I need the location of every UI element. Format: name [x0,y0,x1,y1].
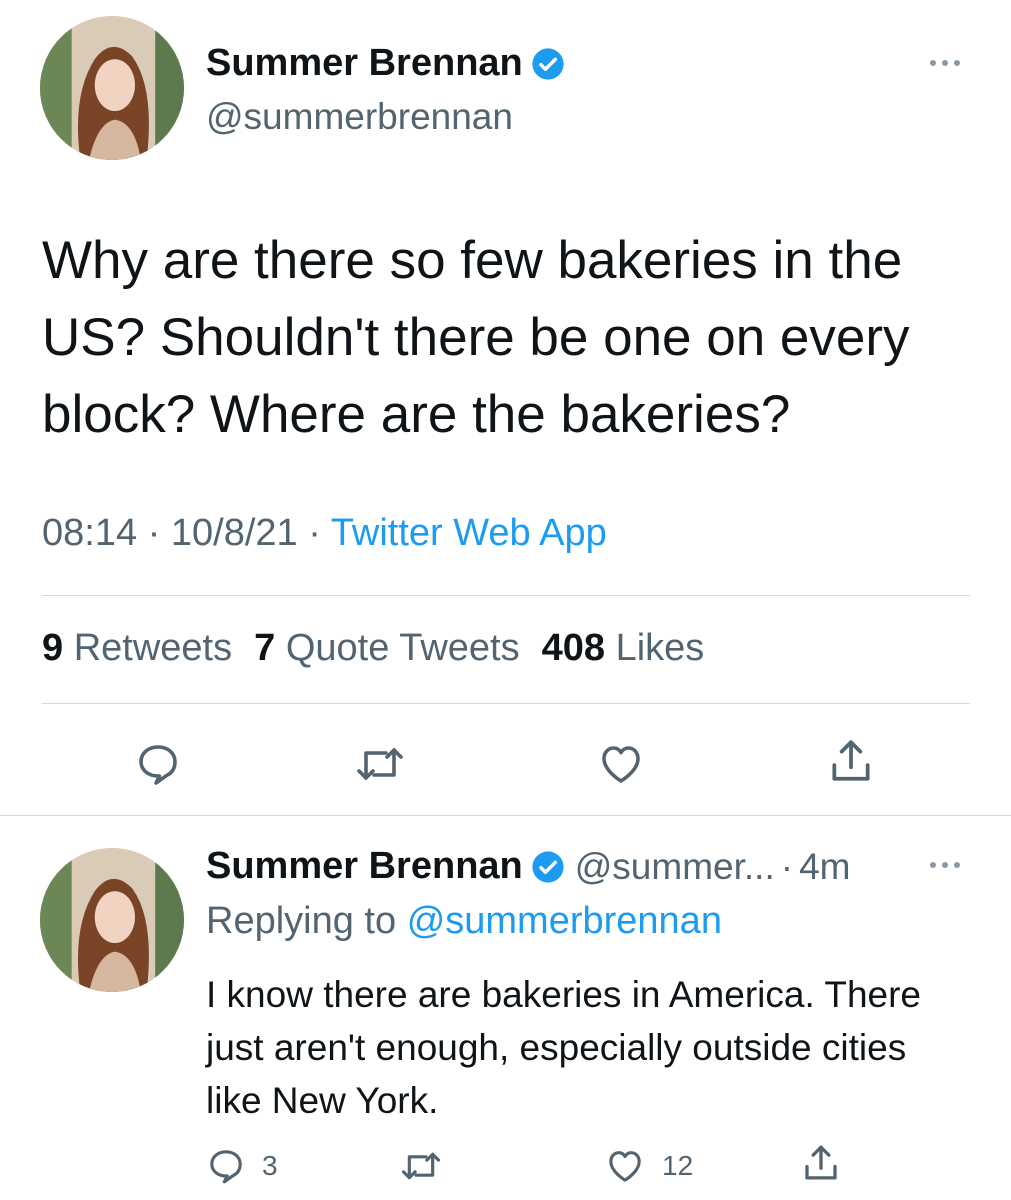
reply-count: 3 [262,1150,278,1181]
replying-to-handle-link[interactable]: @summerbrennan [407,900,722,942]
like-icon [609,1151,641,1182]
tweet-time: 08:14 [42,512,138,554]
share-icon [805,1145,837,1180]
avatar-photo [40,848,184,992]
meta-separator: · [147,512,161,554]
reply-icon [210,1150,242,1184]
reply-reply-button[interactable]: 3 [206,1146,278,1186]
tweet-meta: 08:14 · 10/8/21 · Twitter Web App [42,512,607,555]
avatar-photo [40,16,184,160]
author-handle[interactable]: @summerbrennan [206,96,513,138]
meta-separator: · [780,845,794,887]
author-name[interactable]: Summer Brennan [206,42,523,85]
retweets-stat[interactable]: 9 Retweets [42,627,232,669]
tweet-text: Why are there so few bakeries in the US?… [42,231,910,444]
reply-text: I know there are bakeries in America. Th… [206,974,921,1121]
more-options-icon[interactable] [930,60,960,66]
likes-stat[interactable]: 408 Likes [542,627,705,669]
more-options-icon[interactable] [930,862,960,868]
reply-share-button[interactable] [800,1142,842,1184]
quote-tweets-stat[interactable]: 7 Quote Tweets [254,627,519,669]
retweet-icon [401,1152,441,1180]
reply-author-handle[interactable]: @summer... [575,846,775,888]
like-icon[interactable] [596,740,646,788]
reply-like-button[interactable]: 12 [604,1146,693,1186]
retweet-icon[interactable] [354,740,406,788]
meta-separator: · [308,512,321,554]
retweets-count: 9 [42,627,64,669]
verified-badge-icon [532,850,564,883]
reply-retweet-button[interactable] [398,1146,444,1186]
share-icon[interactable] [826,736,876,786]
tweet-date[interactable]: 10/8/21 [171,512,298,554]
tweet-stats: 9 Retweets 7 Quote Tweets 408 Likes [42,627,704,670]
replying-to: Replying to @summerbrennan [206,900,722,943]
divider [0,815,1011,816]
likes-count: 408 [541,627,605,669]
likes-label: Likes [615,627,705,669]
divider [42,703,970,704]
verified-badge-icon [532,47,564,80]
like-count: 12 [662,1150,694,1181]
author-avatar[interactable] [40,16,184,160]
quote-tweets-count: 7 [254,627,276,669]
tweet-source-link[interactable]: Twitter Web App [331,512,607,554]
replying-to-label: Replying to [206,900,397,942]
reply-icon[interactable] [134,740,182,788]
author-name-row: Summer Brennan [206,42,565,85]
reply-author-name[interactable]: Summer Brennan [206,845,523,888]
reply-author-avatar[interactable] [40,848,184,992]
quote-tweets-label: Quote Tweets [285,627,520,669]
retweets-label: Retweets [73,627,233,669]
reply-author-row: Summer Brennan @summer... · 4m [206,845,850,888]
divider [42,595,970,596]
reply-age[interactable]: 4m [799,846,850,888]
tweet-detail-page: Summer Brennan @summerbrennan Why are th… [0,0,1011,1200]
